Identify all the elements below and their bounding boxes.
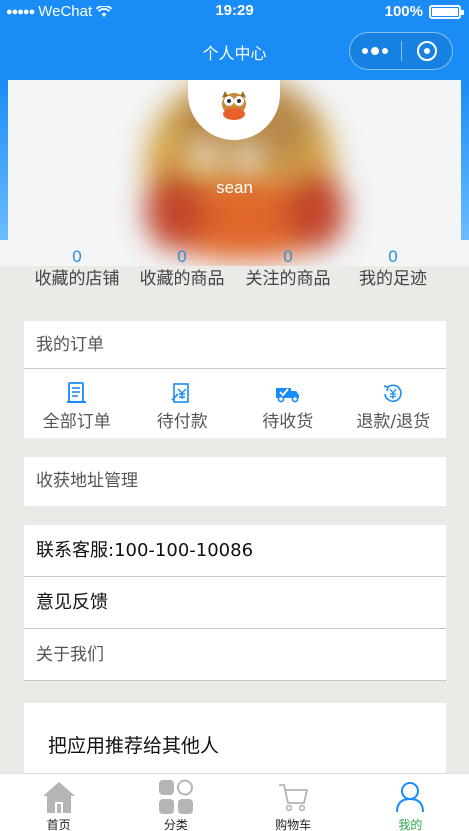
feedback-row[interactable]: 意见反馈 [24, 577, 446, 629]
order-list-icon [66, 382, 86, 403]
tab-label: 首页 [46, 818, 71, 831]
owl-avatar-icon [222, 91, 246, 120]
tab-label: 购物车 [275, 818, 312, 831]
stat-count: 0 [177, 247, 187, 266]
tab-mine[interactable]: 我的 [352, 774, 469, 831]
tab-bar: 首页 分类 购物车 我的 [0, 773, 469, 831]
payment-pending-icon [171, 383, 190, 403]
stat-count: 0 [388, 247, 398, 266]
tab-label: 分类 [163, 818, 188, 831]
stat-count: 0 [72, 247, 82, 266]
order-label: 全部订单 [42, 412, 111, 432]
username: sean [216, 178, 253, 197]
close-mini-program-button[interactable] [401, 33, 452, 69]
order-label: 退款/退货 [356, 412, 431, 432]
profile-header: sean [0, 80, 469, 266]
service-card: 联系客服:100-100-10086 意见反馈 关于我们 [24, 525, 446, 681]
tab-cart[interactable]: 购物车 [235, 774, 352, 831]
user-icon [396, 782, 425, 813]
target-icon [416, 41, 437, 61]
about-us-row[interactable]: 关于我们 [24, 629, 446, 681]
order-status-row: 全部订单 待付款 待收货 退款/退货 [24, 369, 446, 438]
orders-card: 我的订单 全部订单 待付款 待收货 退款/退货 [24, 321, 446, 438]
contact-service-row[interactable]: 联系客服:100-100-10086 [24, 525, 446, 577]
order-label: 待收货 [262, 412, 314, 432]
stat-label: 收藏的商品 [139, 269, 225, 289]
stat-favorite-products[interactable]: 0 收藏的商品 [129, 246, 235, 290]
tab-category[interactable]: 分类 [117, 774, 234, 831]
refund-icon [384, 384, 402, 403]
order-label: 待付款 [156, 412, 208, 432]
more-menu-button[interactable] [350, 33, 401, 69]
order-pending-payment[interactable]: 待付款 [130, 369, 236, 438]
stats-bar: 0 收藏的店铺 0 收藏的商品 0 关注的商品 0 我的足迹 [24, 246, 446, 298]
home-icon [42, 782, 75, 813]
tab-home[interactable]: 首页 [0, 774, 117, 831]
order-all[interactable]: 全部订单 [24, 369, 130, 438]
stat-label: 关注的商品 [245, 269, 331, 289]
tab-label: 我的 [398, 818, 423, 831]
stat-label: 收藏的店铺 [34, 269, 120, 289]
navigation-bar: 个人中心 [0, 24, 469, 80]
order-pending-delivery[interactable]: 待收货 [235, 369, 341, 438]
order-refund[interactable]: 退款/退货 [341, 369, 447, 438]
category-icon [158, 779, 193, 814]
stat-footprints[interactable]: 0 我的足迹 [340, 246, 446, 290]
address-card: 收获地址管理 [24, 457, 446, 506]
stat-count: 0 [283, 247, 293, 266]
mini-program-capsule [349, 32, 453, 70]
battery-percent: 100% [384, 3, 423, 20]
battery-icon [429, 4, 464, 19]
stat-favorite-shops[interactable]: 0 收藏的店铺 [24, 246, 130, 290]
cart-icon [279, 784, 309, 812]
status-bar: ●●●●● WeChat 19:29 100% [0, 0, 469, 24]
delivery-truck-icon [275, 388, 299, 403]
share-card: 把应用推荐给其他人 [24, 703, 446, 773]
stat-label: 我的足迹 [359, 269, 427, 289]
address-management[interactable]: 收获地址管理 [24, 457, 446, 505]
orders-title[interactable]: 我的订单 [24, 321, 446, 369]
stat-followed-products[interactable]: 0 关注的商品 [235, 246, 341, 290]
share-app-button[interactable]: 把应用推荐给其他人 [24, 703, 446, 758]
